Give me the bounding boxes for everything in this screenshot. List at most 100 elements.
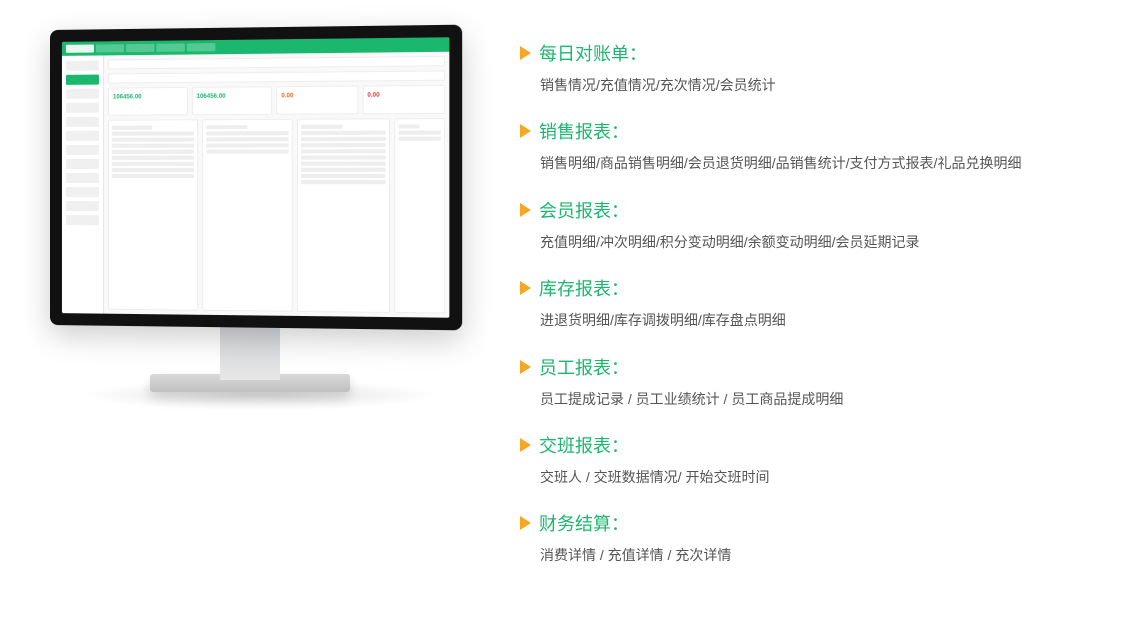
sidebar-item xyxy=(66,131,99,141)
feature-head: 员工报表： xyxy=(520,354,1099,380)
sidebar-item xyxy=(66,117,99,127)
sidebar-item xyxy=(66,215,99,225)
text-line xyxy=(206,131,289,135)
sidebar-item xyxy=(66,89,99,99)
feature-item: 销售报表： 销售明细/商品销售明细/会员退货明细/品销售统计/支付方式报表/礼品… xyxy=(520,118,1099,174)
text-line xyxy=(301,174,385,178)
monitor-screen: 106456.00 106456.00 0.00 0.00 xyxy=(62,37,449,317)
feature-head: 财务结算： xyxy=(520,510,1099,536)
feature-title: 库存报表： xyxy=(539,275,629,301)
stat-card: 0.00 xyxy=(362,85,445,114)
text-line xyxy=(112,162,194,166)
text-line xyxy=(301,155,385,159)
sidebar-item xyxy=(66,173,99,183)
app-tab xyxy=(156,43,184,51)
stat-value: 106456.00 xyxy=(192,87,271,106)
summary-panel xyxy=(394,118,445,314)
feature-head: 销售报表： xyxy=(520,118,1099,144)
feature-item: 财务结算： 消费详情 / 充值详情 / 充次详情 xyxy=(520,510,1099,566)
arrow-icon xyxy=(520,281,531,295)
sidebar-item xyxy=(66,201,99,211)
text-line xyxy=(112,150,194,154)
feature-title: 会员报表： xyxy=(539,197,629,223)
text-line xyxy=(301,137,385,141)
monitor-mockup: 106456.00 106456.00 0.00 0.00 xyxy=(40,30,460,410)
feature-list: 每日对账单： 销售情况/充值情况/充次情况/会员统计 销售报表： 销售明细/商品… xyxy=(520,30,1099,589)
text-line xyxy=(112,144,194,148)
text-line xyxy=(206,149,289,153)
page-container: 106456.00 106456.00 0.00 0.00 xyxy=(0,0,1139,619)
arrow-icon xyxy=(520,516,531,530)
text-line xyxy=(112,126,153,130)
arrow-icon xyxy=(520,203,531,217)
app-body: 106456.00 106456.00 0.00 0.00 xyxy=(62,52,449,318)
feature-head: 会员报表： xyxy=(520,197,1099,223)
text-line xyxy=(398,124,419,128)
text-line xyxy=(301,162,385,166)
sidebar-item xyxy=(66,61,99,71)
arrow-icon xyxy=(520,46,531,60)
arrow-icon xyxy=(520,360,531,374)
feature-desc: 员工提成记录 / 员工业绩统计 / 员工商品提成明细 xyxy=(540,388,1099,410)
sidebar-item xyxy=(66,159,99,169)
feature-desc: 销售明细/商品销售明细/会员退货明细/品销售统计/支付方式报表/礼品兑换明细 xyxy=(540,152,1099,174)
text-line xyxy=(301,180,385,184)
text-line xyxy=(398,130,441,134)
text-line xyxy=(301,125,343,129)
feature-desc: 销售情况/充值情况/充次情况/会员统计 xyxy=(540,74,1099,96)
feature-desc: 进退货明细/库存调拨明细/库存盘点明细 xyxy=(540,309,1099,331)
app-main: 106456.00 106456.00 0.00 0.00 xyxy=(104,52,449,318)
summary-panel xyxy=(297,118,390,313)
app-filterbar xyxy=(108,70,445,83)
feature-desc: 交班人 / 交班数据情况/ 开始交班时间 xyxy=(540,466,1099,488)
text-line xyxy=(112,174,194,178)
app-tab xyxy=(96,44,124,52)
text-line xyxy=(112,168,194,172)
text-line xyxy=(301,143,385,147)
sidebar-item xyxy=(66,75,99,85)
arrow-icon xyxy=(520,438,531,452)
feature-desc: 消费详情 / 充值详情 / 充次详情 xyxy=(540,544,1099,566)
feature-title: 销售报表： xyxy=(539,118,629,144)
text-line xyxy=(301,131,385,135)
stat-value: 0.00 xyxy=(363,86,444,105)
stat-value: 0.00 xyxy=(277,87,357,106)
text-line xyxy=(301,168,385,172)
summary-panel xyxy=(202,119,293,312)
text-line xyxy=(112,131,194,135)
text-line xyxy=(206,143,289,147)
summary-panel xyxy=(108,119,198,310)
feature-title: 财务结算： xyxy=(539,510,629,536)
sidebar-item xyxy=(66,187,99,197)
monitor-frame: 106456.00 106456.00 0.00 0.00 xyxy=(50,25,462,331)
feature-item: 每日对账单： 销售情况/充值情况/充次情况/会员统计 xyxy=(520,40,1099,96)
feature-title: 员工报表： xyxy=(539,354,629,380)
stat-card: 106456.00 xyxy=(191,86,272,115)
text-line xyxy=(112,156,194,160)
text-line xyxy=(206,125,247,129)
feature-head: 每日对账单： xyxy=(520,40,1099,66)
feature-item: 员工报表： 员工提成记录 / 员工业绩统计 / 员工商品提成明细 xyxy=(520,354,1099,410)
feature-item: 会员报表： 充值明细/冲次明细/积分变动明细/余额变动明细/会员延期记录 xyxy=(520,197,1099,253)
app-tab xyxy=(66,44,94,52)
stat-card: 106456.00 xyxy=(108,87,187,116)
stat-value: 106456.00 xyxy=(109,88,186,107)
arrow-icon xyxy=(520,124,531,138)
feature-item: 库存报表： 进退货明细/库存调拨明细/库存盘点明细 xyxy=(520,275,1099,331)
text-line xyxy=(398,137,441,141)
feature-title: 交班报表： xyxy=(539,432,629,458)
text-line xyxy=(206,137,289,141)
sidebar-item xyxy=(66,103,99,113)
app-tab xyxy=(187,43,216,51)
text-line xyxy=(301,149,385,153)
stat-card: 0.00 xyxy=(276,86,358,115)
feature-title: 每日对账单： xyxy=(539,40,647,66)
feature-item: 交班报表： 交班人 / 交班数据情况/ 开始交班时间 xyxy=(520,432,1099,488)
sidebar-item xyxy=(66,145,99,155)
panel-row xyxy=(108,118,445,314)
app-toolbar xyxy=(108,56,445,70)
app-tab xyxy=(126,44,154,52)
feature-desc: 充值明细/冲次明细/积分变动明细/余额变动明细/会员延期记录 xyxy=(540,231,1099,253)
stat-cards: 106456.00 106456.00 0.00 0.00 xyxy=(108,85,445,116)
app-sidebar xyxy=(62,55,104,313)
